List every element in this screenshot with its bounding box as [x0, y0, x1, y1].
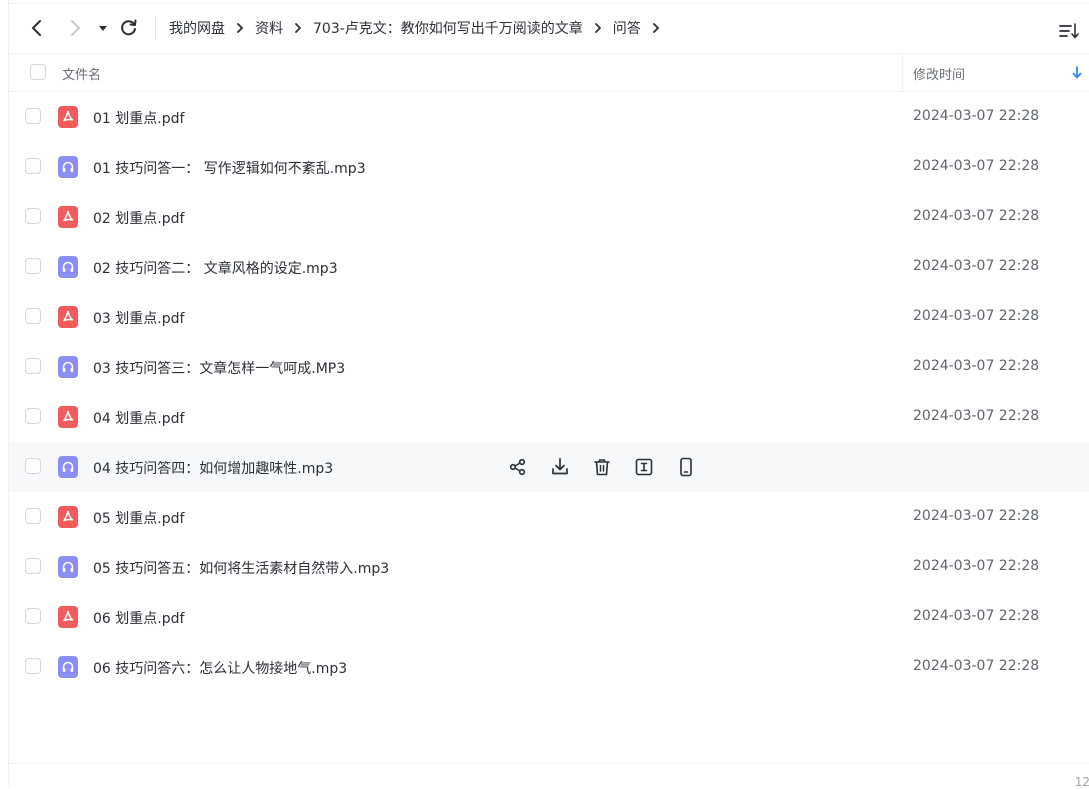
audio-file-icon — [58, 656, 78, 678]
refresh-button[interactable] — [117, 16, 141, 40]
row-checkbox[interactable] — [25, 458, 41, 474]
download-button[interactable] — [549, 456, 571, 478]
toolbar-separator — [155, 17, 156, 39]
refresh-icon — [121, 19, 137, 36]
file-name[interactable]: 01 技巧问答一： 写作逻辑如何不紊乱.mp3 — [93, 158, 366, 178]
file-modified-time: 2024-03-07 22:28 — [913, 258, 1040, 274]
forward-button[interactable] — [63, 16, 87, 40]
rename-icon — [633, 458, 655, 482]
breadcrumb-expand-icon[interactable] — [651, 16, 661, 40]
phone-button[interactable] — [675, 456, 697, 478]
chevron-left-icon — [32, 20, 41, 36]
file-browser: 我的网盘 资料 703-卢克文：教你如何写出千万阅读的文章 问答 文件名 修改时… — [8, 0, 1089, 789]
table-header: 文件名 修改时间 — [9, 54, 1089, 92]
file-name[interactable]: 03 划重点.pdf — [93, 308, 184, 328]
pdf-file-icon — [58, 206, 78, 228]
toolbar: 我的网盘 资料 703-卢克文：教你如何写出千万阅读的文章 问答 — [9, 4, 1089, 54]
file-row[interactable]: 03 划重点.pdf 2024-03-07 22:28 — [9, 292, 1089, 342]
row-checkbox[interactable] — [25, 208, 41, 224]
footer-divider — [9, 763, 1089, 764]
file-row[interactable]: 05 技巧问答五：如何将生活素材自然带入.mp3 2024-03-07 22:28 — [9, 542, 1089, 592]
row-checkbox[interactable] — [25, 608, 41, 624]
row-checkbox[interactable] — [25, 358, 41, 374]
share-icon — [507, 458, 529, 482]
row-checkbox[interactable] — [25, 108, 41, 124]
sort-list-icon — [1059, 23, 1079, 39]
file-modified-time: 2024-03-07 22:28 — [913, 108, 1040, 124]
file-modified-time: 2024-03-07 22:28 — [913, 308, 1040, 324]
row-checkbox[interactable] — [25, 508, 41, 524]
file-row[interactable]: 06 技巧问答六：怎么让人物接地气.mp3 2024-03-07 22:28 — [9, 642, 1089, 692]
phone-icon — [675, 457, 697, 482]
sort-descending-icon[interactable] — [1072, 66, 1082, 79]
breadcrumb-item-course[interactable]: 703-卢克文：教你如何写出千万阅读的文章 — [313, 18, 583, 38]
file-name[interactable]: 06 划重点.pdf — [93, 608, 184, 628]
row-checkbox[interactable] — [25, 408, 41, 424]
delete-button[interactable] — [591, 456, 613, 478]
breadcrumb-item-qa[interactable]: 问答 — [613, 18, 641, 38]
file-name[interactable]: 05 划重点.pdf — [93, 508, 184, 528]
file-row[interactable]: 01 划重点.pdf 2024-03-07 22:28 — [9, 92, 1089, 142]
breadcrumb-item-root[interactable]: 我的网盘 — [169, 18, 225, 38]
file-modified-time: 2024-03-07 22:28 — [913, 408, 1040, 424]
file-name[interactable]: 01 划重点.pdf — [93, 108, 184, 128]
file-modified-time: 2024-03-07 22:28 — [913, 158, 1040, 174]
column-header-name[interactable]: 文件名 — [62, 64, 101, 83]
file-modified-time: 2024-03-07 22:28 — [913, 558, 1040, 574]
file-modified-time: 2024-03-07 22:28 — [913, 658, 1040, 674]
breadcrumb-separator-icon — [593, 16, 603, 40]
file-modified-time: 2024-03-07 22:28 — [913, 358, 1040, 374]
row-checkbox[interactable] — [25, 658, 41, 674]
back-button[interactable] — [25, 16, 49, 40]
file-name[interactable]: 04 划重点.pdf — [93, 408, 184, 428]
pdf-file-icon — [58, 506, 78, 528]
audio-file-icon — [58, 556, 78, 578]
delete-icon — [591, 459, 613, 482]
file-row[interactable]: 02 技巧问答二： 文章风格的设定.mp3 2024-03-07 22:28 — [9, 242, 1089, 292]
chevron-right-icon — [71, 20, 80, 36]
file-name[interactable]: 04 技巧问答四：如何增加趣味性.mp3 — [93, 458, 333, 478]
row-checkbox[interactable] — [25, 158, 41, 174]
file-row[interactable]: 04 划重点.pdf 2024-03-07 22:28 — [9, 392, 1089, 442]
row-checkbox[interactable] — [25, 258, 41, 274]
share-button[interactable] — [507, 456, 529, 478]
file-name[interactable]: 03 技巧问答三：文章怎样一气呵成.MP3 — [93, 358, 345, 378]
row-checkbox[interactable] — [25, 558, 41, 574]
pdf-file-icon — [58, 406, 78, 428]
audio-file-icon — [58, 356, 78, 378]
row-actions — [507, 456, 697, 478]
breadcrumb-separator-icon — [293, 16, 303, 40]
pdf-file-icon — [58, 306, 78, 328]
file-row[interactable]: 05 划重点.pdf 2024-03-07 22:28 — [9, 492, 1089, 542]
file-name[interactable]: 02 技巧问答二： 文章风格的设定.mp3 — [93, 258, 338, 278]
sort-options-button[interactable] — [1057, 20, 1081, 42]
history-dropdown-button[interactable] — [95, 16, 111, 40]
audio-file-icon — [58, 456, 78, 478]
breadcrumb-item-materials[interactable]: 资料 — [255, 18, 283, 38]
file-name[interactable]: 06 技巧问答六：怎么让人物接地气.mp3 — [93, 658, 347, 678]
download-icon — [549, 458, 571, 482]
file-modified-time: 2024-03-07 22:28 — [913, 508, 1040, 524]
caret-down-icon — [99, 26, 107, 31]
file-row[interactable]: 03 技巧问答三：文章怎样一气呵成.MP3 2024-03-07 22:28 — [9, 342, 1089, 392]
file-row[interactable]: 04 技巧问答四：如何增加趣味性.mp3 — [9, 442, 1089, 492]
file-name[interactable]: 02 划重点.pdf — [93, 208, 184, 228]
pdf-file-icon — [58, 106, 78, 128]
file-modified-time: 2024-03-07 22:28 — [913, 208, 1040, 224]
file-row[interactable]: 01 技巧问答一： 写作逻辑如何不紊乱.mp3 2024-03-07 22:28 — [9, 142, 1089, 192]
rename-button[interactable] — [633, 456, 655, 478]
column-header-modified[interactable]: 修改时间 — [913, 64, 965, 83]
pdf-file-icon — [58, 606, 78, 628]
audio-file-icon — [58, 256, 78, 278]
column-divider[interactable] — [902, 54, 903, 91]
file-modified-time: 2024-03-07 22:28 — [913, 608, 1040, 624]
file-name[interactable]: 05 技巧问答五：如何将生活素材自然带入.mp3 — [93, 558, 389, 578]
row-checkbox[interactable] — [25, 308, 41, 324]
file-row[interactable]: 02 划重点.pdf 2024-03-07 22:28 — [9, 192, 1089, 242]
file-row[interactable]: 06 划重点.pdf 2024-03-07 22:28 — [9, 592, 1089, 642]
select-all-checkbox[interactable] — [30, 64, 46, 80]
breadcrumb: 我的网盘 资料 703-卢克文：教你如何写出千万阅读的文章 问答 — [169, 16, 671, 40]
breadcrumb-separator-icon — [235, 16, 245, 40]
audio-file-icon — [58, 156, 78, 178]
